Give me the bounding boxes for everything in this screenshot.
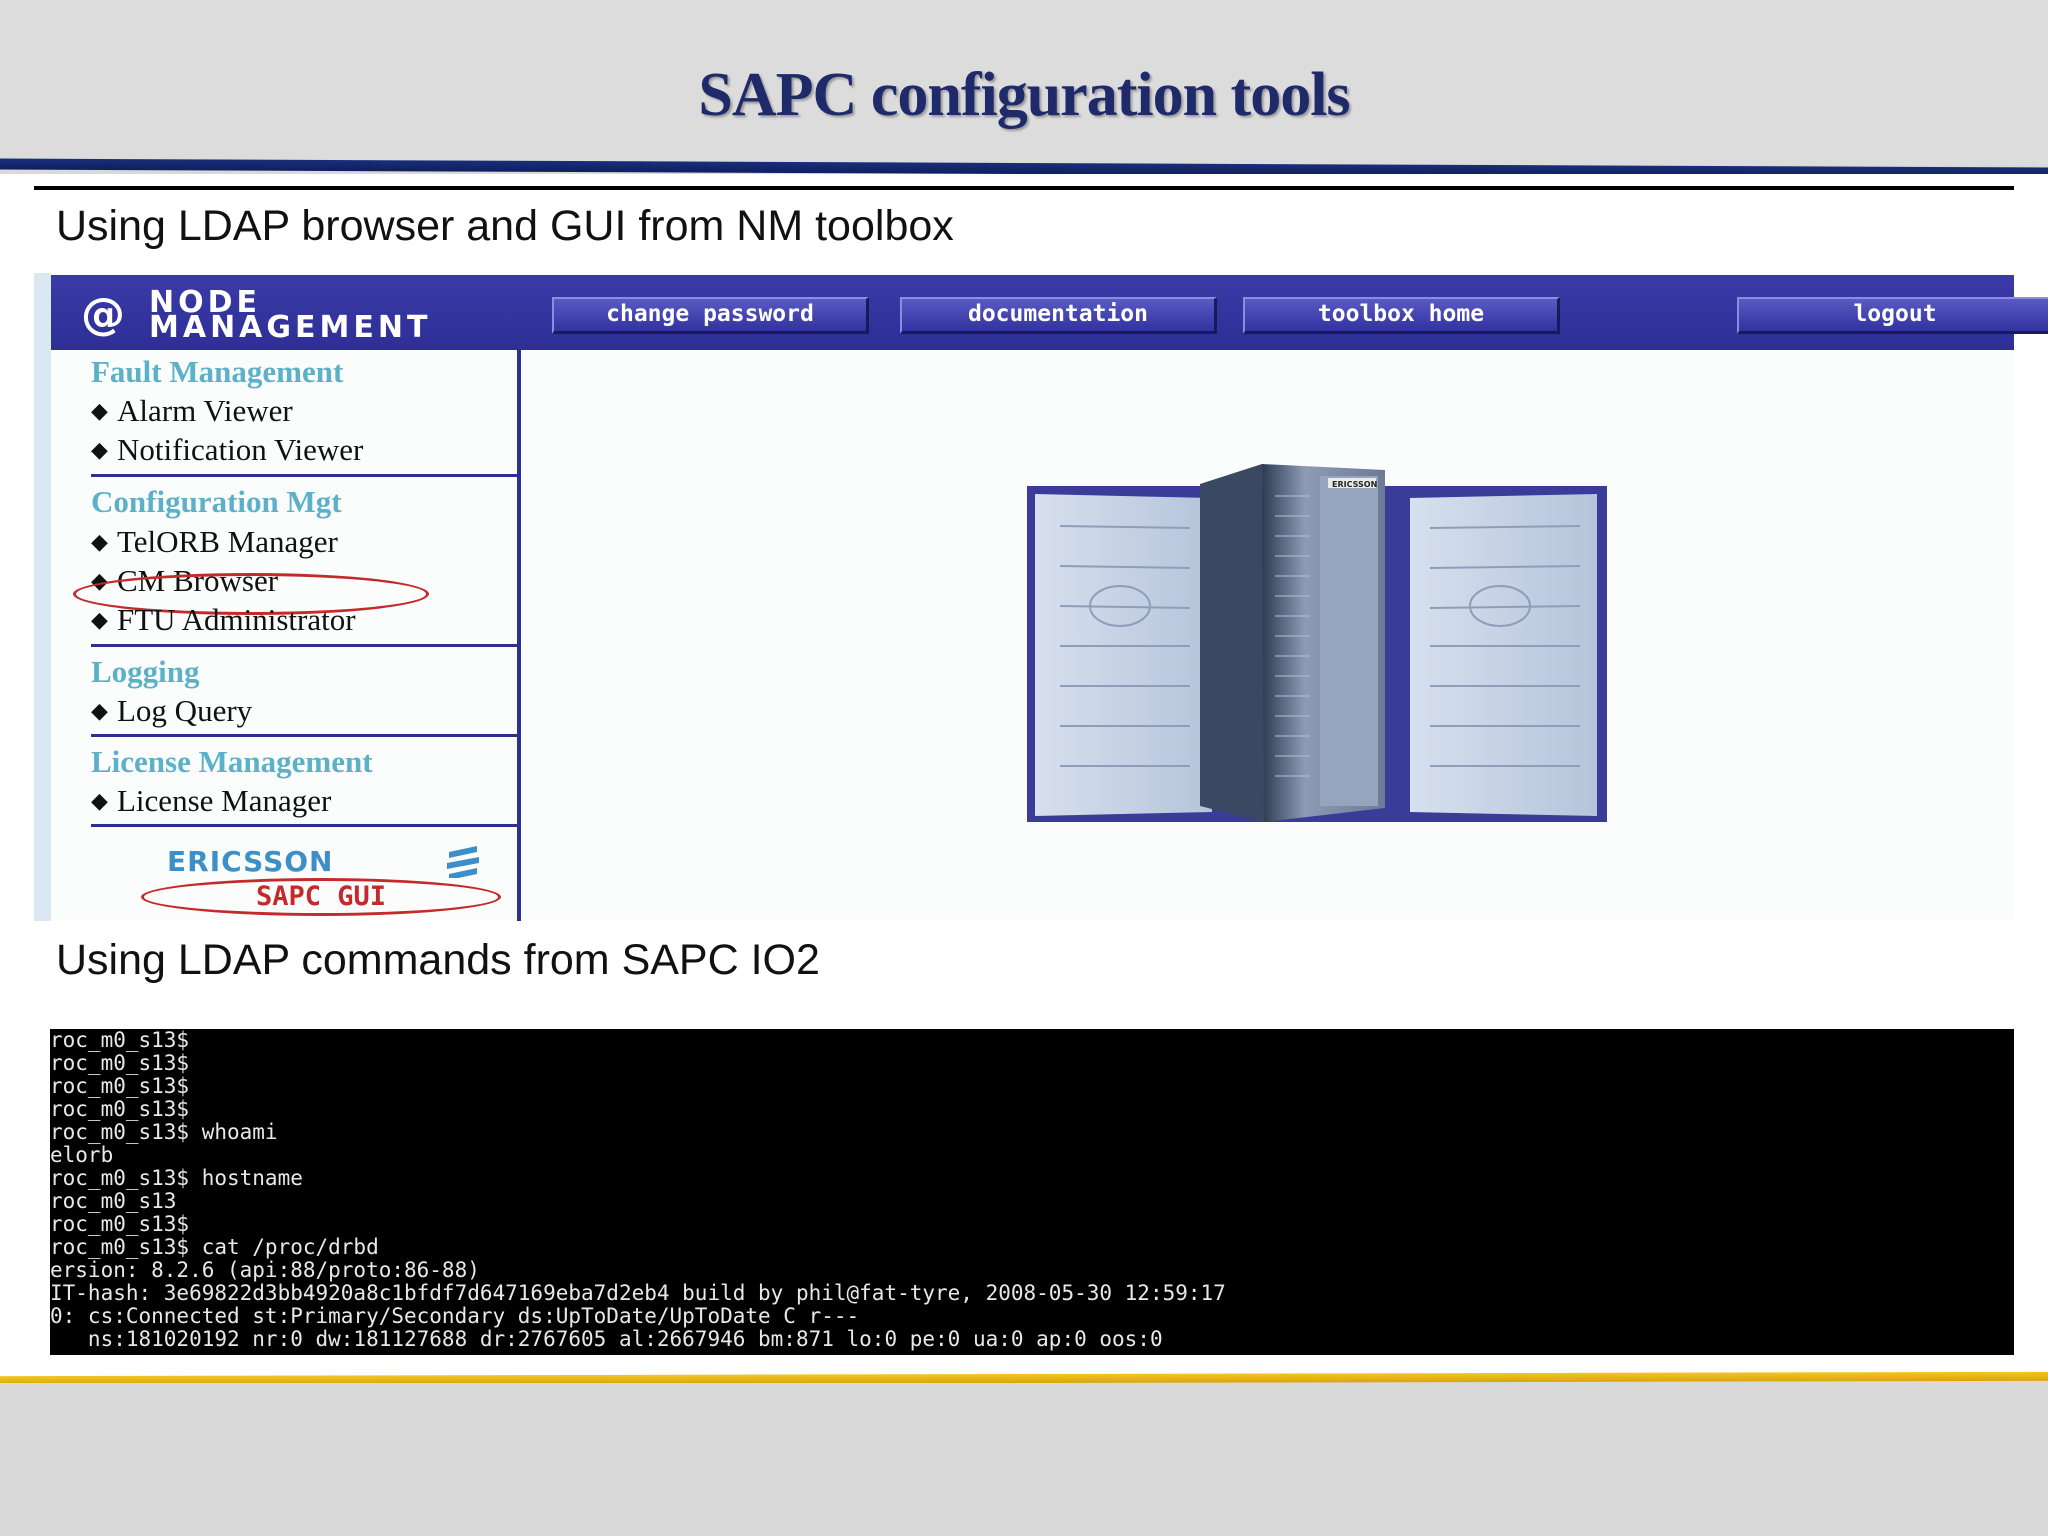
terminal-line: ersion: 8.2.6 (api:88/proto:86-88) [50, 1258, 480, 1282]
diamond-bullet-icon: ◆ [91, 698, 108, 723]
nm-top-bar: @ NODE MANAGEMENT change password docume… [51, 275, 2048, 350]
terminal-line: roc_m0_s13$ whoami [50, 1120, 278, 1144]
terminal-line: IT-hash: 3e69822d3bb4920a8c1bfdf7d647169… [50, 1281, 1226, 1305]
terminal-line: roc_m0_s13$ [50, 1074, 190, 1098]
sidebar-separator [91, 644, 521, 647]
configuration-mgt-title: Configuration Mgt [91, 484, 342, 519]
terminal-line: ns:181020192 nr:0 dw:181127688 dr:276760… [50, 1327, 1163, 1351]
diamond-bullet-icon: ◆ [91, 788, 108, 813]
content-divider [34, 186, 2014, 190]
at-sign-icon: @ [81, 289, 125, 340]
logout-button[interactable]: logout [1737, 297, 2048, 334]
subheading-nm-toolbox: Using LDAP browser and GUI from NM toolb… [56, 202, 954, 250]
sidebar-item-label: TelORB Manager [117, 524, 338, 559]
sidebar-item-notification-viewer[interactable]: ◆ Notification Viewer [91, 432, 363, 468]
terminal-window: roc_m0_s13$ roc_m0_s13$ roc_m0_s13$ roc_… [50, 1029, 2014, 1355]
terminal-line: roc_m0_s13 [50, 1189, 177, 1213]
ericsson-logo-icon [447, 846, 479, 878]
sidebar-item-ftu-administrator[interactable]: ◆ FTU Administrator [91, 602, 356, 638]
sidebar-item-label: Alarm Viewer [117, 393, 293, 428]
slide-title: SAPC configuration tools [698, 61, 1350, 129]
sidebar-separator [91, 734, 521, 737]
nm-sidebar: Fault Management ◆ Alarm Viewer ◆ Notifica… [51, 350, 521, 921]
fault-management-title: Fault Management [91, 354, 344, 389]
sidebar-item-license-manager[interactable]: ◆ License Manager [91, 783, 331, 819]
terminal-line: roc_m0_s13$ [50, 1097, 190, 1121]
diamond-bullet-icon: ◆ [91, 398, 108, 423]
sidebar-item-label: Log Query [117, 693, 253, 728]
diamond-bullet-icon: ◆ [91, 529, 108, 554]
sidebar-separator [91, 474, 521, 477]
terminal-line: roc_m0_s13$ [50, 1029, 190, 1052]
terminal-line: 0: cs:Connected st:Primary/Secondary ds:… [50, 1304, 860, 1328]
license-management-title: License Management [91, 744, 373, 779]
toolbox-home-button[interactable]: toolbox home [1243, 297, 1560, 334]
documentation-button[interactable]: documentation [900, 297, 1217, 334]
server-cabinet-image: ERICSSON [1027, 464, 1607, 822]
sidebar-separator [91, 824, 521, 827]
diamond-bullet-icon: ◆ [91, 607, 108, 632]
ericsson-brand: ERICSSON [167, 845, 334, 878]
subheading-ldap-commands: Using LDAP commands from SAPC IO2 [56, 936, 820, 984]
logo-line-2: MANAGEMENT [149, 310, 432, 345]
slide-footer [0, 1383, 2048, 1536]
sidebar-item-log-query[interactable]: ◆ Log Query [91, 693, 252, 729]
nm-left-strip [34, 273, 51, 921]
cabinet-label: ERICSSON [1332, 480, 1377, 489]
change-password-button[interactable]: change password [552, 297, 869, 334]
terminal-line: roc_m0_s13$ cat /proc/drbd [50, 1235, 379, 1259]
diamond-bullet-icon: ◆ [91, 437, 108, 462]
sapc-gui-link[interactable]: SAPC GUI [141, 878, 501, 916]
sidebar-item-label: Notification Viewer [117, 432, 364, 467]
nm-toolbox-screenshot: @ NODE MANAGEMENT change password docume… [34, 273, 2048, 921]
terminal-line: roc_m0_s13$ hostname [50, 1166, 303, 1190]
sidebar-item-telorb-manager[interactable]: ◆ TelORB Manager [91, 524, 338, 560]
terminal-line: elorb [50, 1143, 114, 1167]
sidebar-item-label: FTU Administrator [117, 602, 356, 637]
terminal-line: roc_m0_s13$ [50, 1212, 190, 1236]
sidebar-item-label: License Manager [117, 783, 332, 818]
logging-title: Logging [91, 654, 200, 689]
sidebar-item-alarm-viewer[interactable]: ◆ Alarm Viewer [91, 393, 293, 429]
terminal-line: roc_m0_s13$ [50, 1051, 190, 1075]
